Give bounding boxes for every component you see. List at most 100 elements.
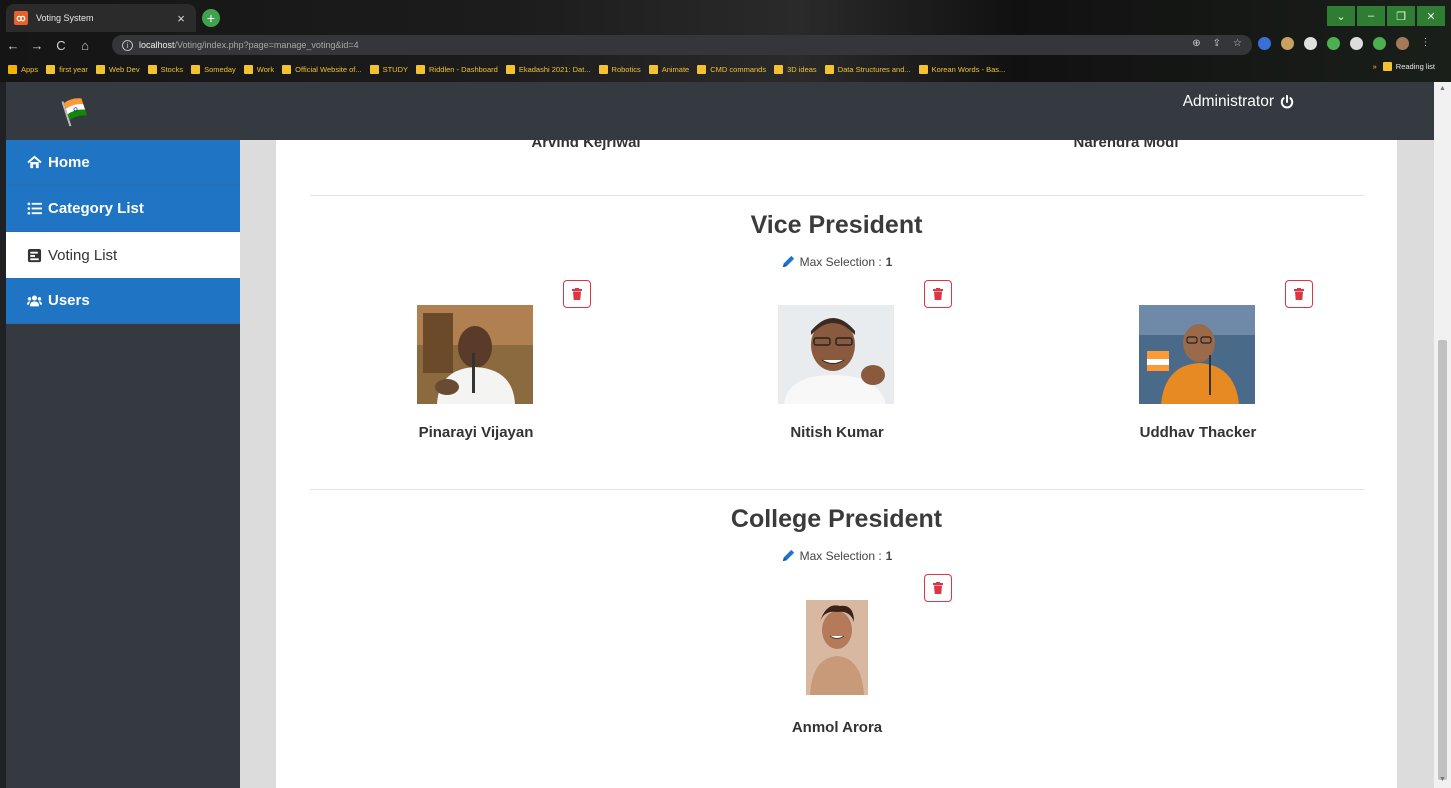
category-title: College President xyxy=(730,505,943,533)
xampp-favicon-icon: ꝏ xyxy=(14,11,28,25)
bookmark-folder-icon xyxy=(95,64,105,74)
tab-search-button[interactable]: ⌄ xyxy=(1327,6,1355,26)
reading-list-button[interactable]: Reading list xyxy=(1382,62,1435,71)
bookmarks-more-button[interactable]: » xyxy=(1373,62,1377,71)
candidate-name: Uddhav Thacker xyxy=(1139,424,1257,441)
tab-title: Voting System xyxy=(36,13,94,23)
sidebar: Home Category List Voting List Users xyxy=(6,140,240,788)
sidebar-item-label: Category List xyxy=(48,200,144,217)
sidebar-item-users[interactable]: Users xyxy=(6,278,240,324)
delete-candidate-button[interactable] xyxy=(1285,280,1313,308)
extension-icon[interactable] xyxy=(1350,37,1363,50)
candidate-name: Arvind Kejriwal xyxy=(531,140,641,151)
candidate-name: Narendra Modi xyxy=(1073,140,1179,151)
browser-chrome: ꝏ Voting System × + ⌄ – ❐ ✕ ← → C ⌂ i lo… xyxy=(0,0,1451,82)
bookmark-folder-icon xyxy=(369,64,379,74)
bookmark-item[interactable]: Robotics xyxy=(598,64,641,74)
bookmark-item[interactable]: first year xyxy=(46,64,88,74)
menu-kebab-icon[interactable]: ⋮ xyxy=(1419,37,1432,50)
bookmark-item[interactable]: Official Website of... xyxy=(282,64,362,74)
bookmark-item[interactable]: STUDY xyxy=(369,64,408,74)
bookmark-item[interactable]: Apps xyxy=(8,64,38,74)
extension-icon[interactable] xyxy=(1258,37,1271,50)
users-icon xyxy=(27,295,42,307)
zoom-icon[interactable]: ⊕ xyxy=(1192,38,1200,49)
bookmark-folder-icon xyxy=(416,64,426,74)
bookmark-folder-icon xyxy=(598,64,608,74)
forward-button[interactable]: → xyxy=(26,38,48,53)
close-tab-icon[interactable]: × xyxy=(174,11,188,26)
address-bar[interactable]: i localhost /Voting/index.php?page=manag… xyxy=(112,35,1252,55)
extension-icon[interactable] xyxy=(1281,37,1294,50)
scrollbar-thumb[interactable] xyxy=(1438,340,1447,780)
candidate-photo xyxy=(806,600,868,695)
top-navbar: Administrator xyxy=(6,82,1434,140)
url-host: localhost xyxy=(139,40,175,50)
max-selection: Max Selection : 1 xyxy=(276,548,1397,563)
window-controls: ⌄ – ❐ ✕ xyxy=(1327,6,1451,26)
bookmark-star-icon[interactable]: ☆ xyxy=(1233,38,1242,49)
bookmark-folder-icon xyxy=(774,64,784,74)
extensions-puzzle-icon[interactable] xyxy=(1373,37,1386,50)
pencil-icon[interactable] xyxy=(781,254,796,269)
bookmark-folder-icon xyxy=(918,64,928,74)
user-menu[interactable]: Administrator xyxy=(1183,93,1294,111)
bookmark-label: Robotics xyxy=(611,64,641,74)
bookmark-item[interactable]: Ekadashi 2021: Dat... xyxy=(505,64,591,74)
bookmark-label: Korean Words - Bas... xyxy=(931,64,1006,74)
site-info-icon[interactable]: i xyxy=(122,39,133,51)
bookmarks-overflow: » Reading list xyxy=(1373,62,1435,71)
new-tab-button[interactable]: + xyxy=(202,9,220,27)
profile-avatar[interactable] xyxy=(1396,37,1409,50)
back-button[interactable]: ← xyxy=(2,38,24,53)
delete-candidate-button[interactable] xyxy=(563,280,591,308)
trash-icon xyxy=(572,288,582,300)
extension-icon[interactable] xyxy=(1327,37,1340,50)
delete-candidate-button[interactable] xyxy=(924,280,952,308)
scroll-up-icon[interactable]: ▲ xyxy=(1438,85,1447,94)
delete-candidate-button[interactable] xyxy=(924,574,952,602)
scroll-down-icon[interactable]: ▼ xyxy=(1438,776,1447,785)
bookmark-item[interactable]: Riddlen - Dashboard xyxy=(416,64,498,74)
bookmark-item[interactable]: Work xyxy=(243,64,274,74)
power-icon[interactable] xyxy=(1280,95,1294,109)
bookmark-label: Stocks xyxy=(160,64,184,74)
browser-tab[interactable]: ꝏ Voting System × xyxy=(6,4,196,32)
bookmark-item[interactable]: 3D ideas xyxy=(774,64,817,74)
bookmark-item[interactable]: Animate xyxy=(648,64,690,74)
bookmark-item[interactable]: Data Structures and... xyxy=(824,64,911,74)
bookmark-item[interactable]: Stocks xyxy=(147,64,184,74)
voting-app: Administrator Home Category List Voting … xyxy=(6,82,1434,788)
close-window-button[interactable]: ✕ xyxy=(1417,6,1445,26)
reload-button[interactable]: C xyxy=(50,38,72,53)
bookmark-folder-icon xyxy=(505,64,515,74)
restore-button[interactable]: ❐ xyxy=(1387,6,1415,26)
bookmark-label: CMD commands xyxy=(710,64,767,74)
home-button[interactable]: ⌂ xyxy=(74,38,96,53)
bookmark-item[interactable]: Korean Words - Bas... xyxy=(918,64,1006,74)
sidebar-item-voting-list[interactable]: Voting List xyxy=(6,232,240,278)
extension-icon[interactable] xyxy=(1304,37,1317,50)
candidate-name: Nitish Kumar xyxy=(790,424,884,441)
bookmark-item[interactable]: CMD commands xyxy=(697,64,767,74)
sidebar-item-home[interactable]: Home xyxy=(6,140,240,186)
candidate-name: Pinarayi Vijayan xyxy=(418,424,534,441)
url-path: /Voting/index.php?page=manage_voting&id=… xyxy=(174,40,359,50)
share-icon[interactable]: ⇪ xyxy=(1213,38,1221,49)
trash-icon xyxy=(933,582,943,594)
section-divider xyxy=(310,195,1364,196)
bookmark-item[interactable]: Someday xyxy=(191,64,236,74)
bookmark-folder-icon xyxy=(697,64,707,74)
sidebar-item-category-list[interactable]: Category List xyxy=(6,186,240,232)
max-selection: Max Selection : 1 xyxy=(276,254,1397,269)
section-divider xyxy=(310,489,1364,490)
home-icon xyxy=(27,155,42,169)
trash-icon xyxy=(933,288,943,300)
bookmark-label: Animate xyxy=(661,64,690,74)
bookmark-item[interactable]: Web Dev xyxy=(95,64,140,74)
user-name: Administrator xyxy=(1182,93,1274,110)
pencil-icon[interactable] xyxy=(781,548,796,563)
omnibox-actions: ⊕ ⇪ ☆ xyxy=(1192,38,1242,49)
minimize-button[interactable]: – xyxy=(1357,6,1385,26)
page-scrollbar[interactable]: ▲ ▼ xyxy=(1434,82,1451,788)
